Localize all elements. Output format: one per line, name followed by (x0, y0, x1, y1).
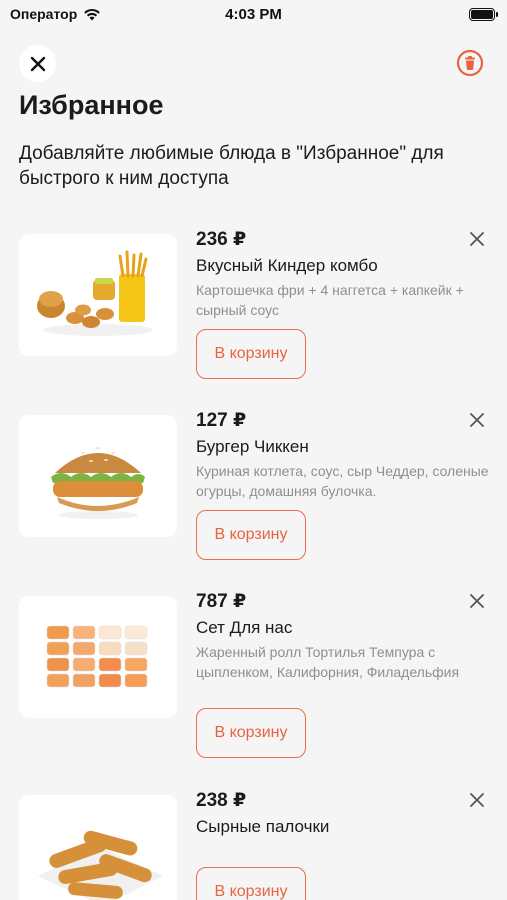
item-image-burger[interactable] (19, 415, 177, 537)
remove-x-icon (470, 594, 484, 608)
item-image-combo[interactable] (19, 234, 177, 356)
item-description: Жаренный ролл Тортилья Темпура с цыпленк… (196, 644, 460, 680)
page-title: Избранное (19, 90, 164, 120)
cheese-sticks-image (38, 830, 163, 900)
item-image-sushi-set[interactable] (19, 596, 177, 718)
remove-x-icon (470, 793, 484, 807)
item-name: Сырные палочки (196, 817, 330, 836)
item-description: Картошечка фри + 4 наггетса + капкейк + … (196, 282, 464, 318)
remove-item-button[interactable] (467, 790, 487, 810)
item-description: Куриная котлета, соус, сыр Чеддер, солен… (196, 463, 489, 499)
close-icon (30, 56, 45, 71)
remove-x-icon (470, 232, 484, 246)
item-price: 787 ₽ (196, 591, 247, 612)
item-price: 236 ₽ (196, 229, 247, 250)
clear-favorites-button[interactable] (455, 48, 485, 78)
remove-x-icon (470, 413, 484, 427)
trash-icon (456, 49, 484, 77)
page-subtitle: Добавляйте любимые блюда в "Избранное" д… (19, 143, 444, 189)
sushi-set-image (46, 625, 148, 688)
item-price: 127 ₽ (196, 410, 247, 431)
status-bar: Оператор 4:03 PM (0, 0, 507, 30)
close-button[interactable] (19, 45, 56, 82)
item-name: Вкусный Киндер комбо (196, 256, 378, 275)
item-name: Сет Для нас (196, 618, 293, 637)
add-to-cart-button[interactable]: В корзину (196, 329, 306, 379)
combo-image (37, 250, 153, 336)
add-to-cart-button[interactable]: В корзину (196, 708, 306, 758)
battery-icon (469, 8, 498, 21)
item-name: Бургер Чиккен (196, 437, 309, 456)
remove-item-button[interactable] (467, 591, 487, 611)
item-image-cheese-sticks[interactable] (19, 795, 177, 900)
burger-image (51, 447, 145, 519)
add-to-cart-button[interactable]: В корзину (196, 867, 306, 900)
remove-item-button[interactable] (467, 410, 487, 430)
add-to-cart-button[interactable]: В корзину (196, 510, 306, 560)
item-price: 238 ₽ (196, 790, 247, 811)
status-time: 4:03 PM (225, 6, 282, 23)
remove-item-button[interactable] (467, 229, 487, 249)
